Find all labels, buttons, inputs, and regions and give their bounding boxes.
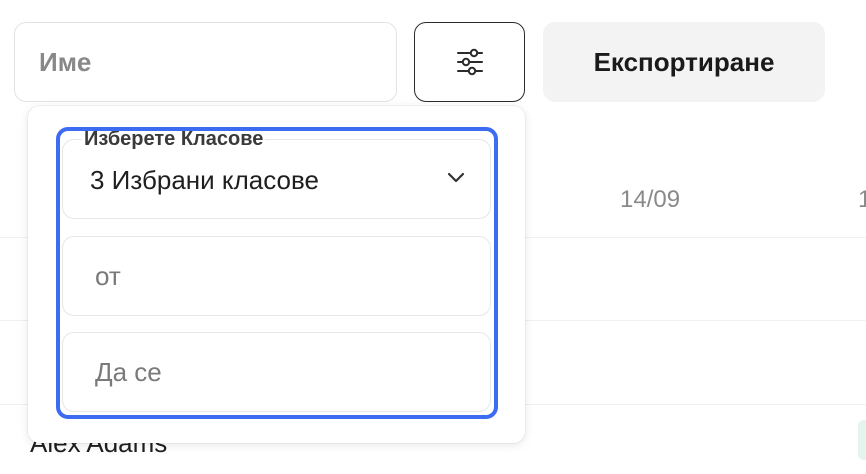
classes-select-label: Изберете Класове bbox=[82, 128, 266, 151]
from-date-input[interactable] bbox=[62, 236, 491, 316]
chevron-down-icon[interactable] bbox=[445, 170, 467, 186]
name-search-input[interactable] bbox=[14, 22, 397, 102]
status-badge bbox=[858, 420, 866, 460]
sliders-icon bbox=[456, 48, 483, 76]
export-button[interactable]: Експортиране bbox=[543, 22, 825, 102]
classes-select-value: 3 Избрани класове bbox=[90, 165, 319, 195]
column-header-date: 1 bbox=[858, 186, 866, 213]
to-date-input[interactable] bbox=[62, 332, 491, 412]
filter-toggle-button[interactable] bbox=[414, 22, 525, 102]
column-header-date: 14/09 bbox=[620, 186, 681, 213]
